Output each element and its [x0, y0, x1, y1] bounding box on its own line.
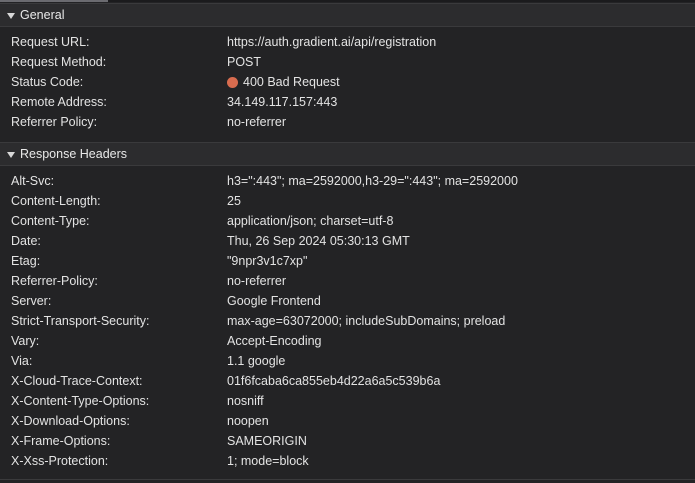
- response-header-row: X-Content-Type-Options: nosniff: [0, 391, 695, 411]
- general-row-request-url: Request URL: https://auth.gradient.ai/ap…: [0, 32, 695, 52]
- response-header-row: X-Xss-Protection: 1; mode=block: [0, 451, 695, 471]
- header-value[interactable]: noopen: [227, 414, 269, 428]
- bottom-divider: [0, 479, 695, 480]
- response-header-row: Referrer-Policy: no-referrer: [0, 271, 695, 291]
- header-name: Referrer-Policy:: [11, 274, 98, 288]
- header-name: Request Method:: [11, 55, 107, 69]
- header-value[interactable]: https://auth.gradient.ai/api/registratio…: [227, 35, 436, 49]
- response-header-row: Etag: "9npr3v1c7xp": [0, 251, 695, 271]
- general-row-remote-address: Remote Address: 34.149.117.157:443: [0, 92, 695, 112]
- response-header-row: Alt-Svc: h3=":443"; ma=2592000,h3-29=":4…: [0, 171, 695, 191]
- status-text: 400 Bad Request: [243, 75, 340, 89]
- header-value[interactable]: SAMEORIGIN: [227, 434, 307, 448]
- response-header-row: Strict-Transport-Security: max-age=63072…: [0, 311, 695, 331]
- header-name: Referrer Policy:: [11, 115, 98, 129]
- header-name: X-Download-Options:: [11, 414, 130, 428]
- status-dot-icon: [227, 76, 238, 88]
- active-tab-indicator: [0, 0, 108, 2]
- response-headers-section: Response Headers Alt-Svc: h3=":443"; ma=…: [0, 142, 695, 471]
- header-value[interactable]: 34.149.117.157:443: [227, 95, 337, 109]
- header-name: Remote Address:: [11, 95, 107, 109]
- top-strip: [0, 0, 695, 2]
- general-row-request-method: Request Method: POST: [0, 52, 695, 72]
- response-header-row: Content-Length: 25: [0, 191, 695, 211]
- response-header-row: Server: Google Frontend: [0, 291, 695, 311]
- header-name: X-Xss-Protection:: [11, 454, 109, 468]
- header-value[interactable]: nosniff: [227, 394, 264, 408]
- triangle-down-icon[interactable]: [7, 12, 15, 19]
- header-name: Vary:: [11, 334, 40, 348]
- response-header-row: Content-Type: application/json; charset=…: [0, 211, 695, 231]
- header-value[interactable]: application/json; charset=utf-8: [227, 214, 393, 228]
- header-value[interactable]: no-referrer: [227, 274, 286, 288]
- header-name: Etag:: [11, 254, 41, 268]
- header-name: Date:: [11, 234, 41, 248]
- header-value[interactable]: no-referrer: [227, 115, 286, 129]
- response-header-row: Date: Thu, 26 Sep 2024 05:30:13 GMT: [0, 231, 695, 251]
- response-header-row: Vary: Accept-Encoding: [0, 331, 695, 351]
- header-value[interactable]: Thu, 26 Sep 2024 05:30:13 GMT: [227, 234, 410, 248]
- header-value[interactable]: Accept-Encoding: [227, 334, 322, 348]
- header-value[interactable]: "9npr3v1c7xp": [227, 254, 307, 268]
- header-name: X-Cloud-Trace-Context:: [11, 374, 143, 388]
- header-name: Status Code:: [11, 75, 84, 89]
- response-header-row: Via: 1.1 google: [0, 351, 695, 371]
- header-value[interactable]: 1.1 google: [227, 354, 285, 368]
- general-row-status-code: Status Code: 400 Bad Request: [0, 72, 695, 92]
- header-value[interactable]: Google Frontend: [227, 294, 321, 308]
- header-name: Content-Length:: [11, 194, 101, 208]
- header-name: X-Frame-Options:: [11, 434, 111, 448]
- status-value[interactable]: 400 Bad Request: [227, 75, 340, 89]
- response-headers-section-title: Response Headers: [20, 147, 128, 161]
- header-name: Server:: [11, 294, 52, 308]
- response-headers-section-header[interactable]: Response Headers: [0, 142, 695, 166]
- header-name: X-Content-Type-Options:: [11, 394, 150, 408]
- header-value[interactable]: 25: [227, 194, 241, 208]
- general-row-referrer-policy: Referrer Policy: no-referrer: [0, 112, 695, 132]
- response-header-row: X-Download-Options: noopen: [0, 411, 695, 431]
- response-headers-rows: Alt-Svc: h3=":443"; ma=2592000,h3-29=":4…: [0, 166, 695, 471]
- triangle-down-icon[interactable]: [7, 151, 15, 158]
- header-value[interactable]: POST: [227, 55, 261, 69]
- header-name: Content-Type:: [11, 214, 90, 228]
- header-name: Via:: [11, 354, 33, 368]
- header-value[interactable]: 01f6fcaba6ca855eb4d22a6a5c539b6a: [227, 374, 440, 388]
- response-header-row: X-Cloud-Trace-Context: 01f6fcaba6ca855eb…: [0, 371, 695, 391]
- response-header-row: X-Frame-Options: SAMEORIGIN: [0, 431, 695, 451]
- header-name: Alt-Svc:: [11, 174, 55, 188]
- general-section-header[interactable]: General: [0, 3, 695, 27]
- header-name: Strict-Transport-Security:: [11, 314, 150, 328]
- header-name: Request URL:: [11, 35, 90, 49]
- general-section-title: General: [20, 8, 65, 22]
- general-rows: Request URL: https://auth.gradient.ai/ap…: [0, 27, 695, 132]
- header-value[interactable]: 1; mode=block: [227, 454, 309, 468]
- general-section: General Request URL: https://auth.gradie…: [0, 3, 695, 132]
- header-value[interactable]: max-age=63072000; includeSubDomains; pre…: [227, 314, 505, 328]
- header-value[interactable]: h3=":443"; ma=2592000,h3-29=":443"; ma=2…: [227, 174, 518, 188]
